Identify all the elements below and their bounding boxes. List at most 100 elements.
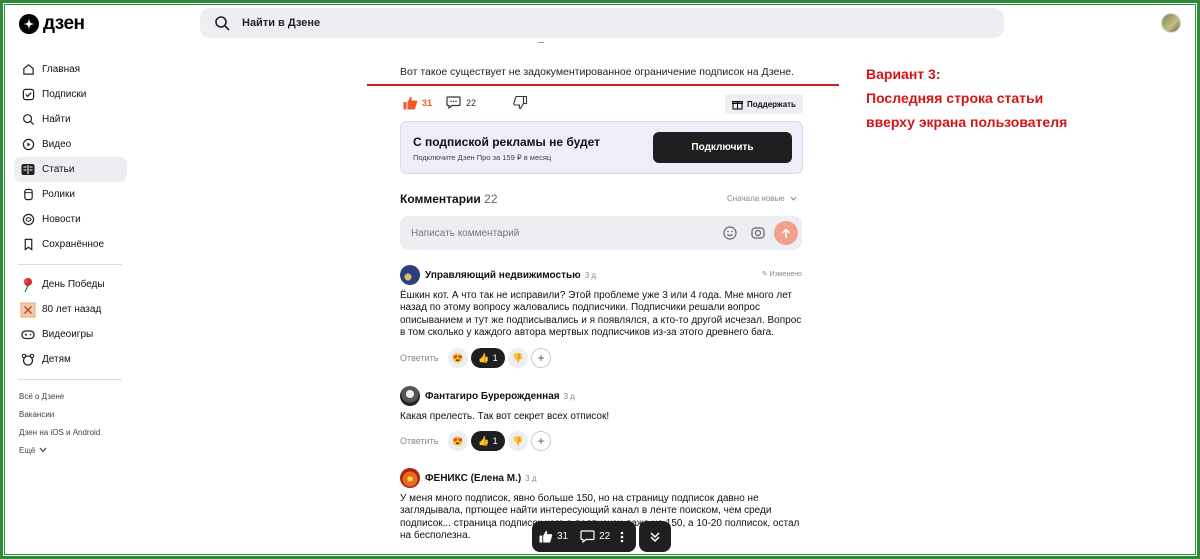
sidebar-item-label: Детям	[42, 354, 71, 365]
comment-icon	[580, 530, 595, 543]
thumbs-down-icon	[513, 96, 527, 109]
user-avatar[interactable]	[1161, 13, 1181, 33]
search-placeholder: Найти в Дзене	[242, 17, 321, 29]
floating-like-button[interactable]: 31	[539, 530, 568, 543]
footer-link-more[interactable]: Ещё	[14, 441, 127, 459]
emoji-icon[interactable]	[723, 226, 737, 240]
floating-comments-button[interactable]: 22	[580, 530, 610, 543]
comment-avatar[interactable]	[400, 386, 420, 406]
annotation-line-2: Последняя строка статьи	[866, 90, 1044, 106]
support-button[interactable]: Поддержать	[725, 94, 803, 114]
send-button[interactable]	[774, 221, 798, 245]
sidebar-item-kids[interactable]: Детям	[14, 347, 127, 372]
chevron-down-icon	[39, 447, 47, 453]
sidebar-item-label: Найти	[42, 114, 71, 125]
reaction-count: 1	[492, 436, 498, 446]
comment-author[interactable]: Управляющий недвижимостью 3 д	[425, 270, 596, 281]
kids-icon	[20, 352, 36, 368]
reaction-count: 1	[492, 353, 498, 363]
sidebar-item-videogames[interactable]: Видеоигры	[14, 322, 127, 347]
comment-avatar[interactable]	[400, 468, 420, 488]
annotation-note: Вариант 3: Последняя строка статьи вверх…	[866, 62, 1067, 134]
bookmark-icon	[20, 237, 36, 253]
sidebar-item-label: День Победы	[42, 279, 105, 290]
comments-button[interactable]: 22	[446, 96, 476, 109]
subscriptions-icon	[20, 87, 36, 103]
author-name: ФЕНИКС (Елена М.)	[425, 473, 522, 484]
sidebar: Главная Подписки Найти Видео Статьи Роли…	[14, 57, 127, 459]
arrow-up-icon	[781, 227, 791, 238]
comment-input[interactable]: Написать комментарий	[400, 216, 802, 250]
reply-button[interactable]: Ответить	[400, 353, 438, 363]
cut-text-fragment	[538, 39, 544, 43]
camera-icon[interactable]	[751, 226, 765, 240]
sidebar-item-home[interactable]: Главная	[14, 57, 127, 82]
comment-text: Какая прелесть. Так вот секрет всех отпи…	[400, 411, 610, 422]
sidebar-item-articles[interactable]: Статьи	[14, 157, 127, 182]
shorts-icon	[20, 187, 36, 203]
sidebar-item-label: Ролики	[42, 189, 75, 200]
reaction-thumbs-up-button[interactable]: 👍 1	[471, 348, 505, 368]
sidebar-item-victory-day[interactable]: День Победы	[14, 272, 127, 297]
sidebar-item-shorts[interactable]: Ролики	[14, 182, 127, 207]
footer-link-about[interactable]: Всё о Дзене	[14, 387, 127, 405]
top-header: дзен Найти в Дзене	[5, 5, 1195, 45]
search-input[interactable]: Найти в Дзене	[200, 8, 1004, 38]
like-button[interactable]: 31	[403, 96, 432, 110]
add-reaction-button[interactable]: +	[531, 348, 551, 368]
more-vertical-icon	[620, 531, 624, 542]
reaction-thumbs-down-button[interactable]: 👎	[508, 348, 528, 368]
footer-link-mobile-apps[interactable]: Дзен на iOS и Android	[14, 423, 127, 441]
comment-time: 3 д	[525, 474, 537, 483]
sidebar-item-video[interactable]: Видео	[14, 132, 127, 157]
sidebar-item-subscriptions[interactable]: Подписки	[14, 82, 127, 107]
plus-icon: +	[537, 351, 545, 365]
like-count: 31	[422, 98, 433, 108]
double-chevron-down-icon	[650, 531, 660, 542]
carnation-icon	[20, 277, 36, 293]
reaction-heart-button[interactable]: 😍	[448, 348, 468, 368]
sidebar-item-news[interactable]: Новости	[14, 207, 127, 232]
sort-dropdown[interactable]: Сначала новые	[727, 194, 797, 203]
reply-button[interactable]: Ответить	[400, 436, 438, 446]
search-icon	[20, 112, 36, 128]
articles-icon	[20, 162, 36, 178]
sidebar-item-80-years-ago[interactable]: 80 лет назад	[14, 297, 127, 322]
comment-time: 3 д	[584, 271, 597, 280]
reaction-thumbs-up-button[interactable]: 👍 1	[471, 431, 505, 451]
scroll-down-button[interactable]	[639, 521, 671, 552]
subscribe-button[interactable]: Подключить	[653, 132, 792, 163]
sidebar-item-label: 80 лет назад	[42, 304, 102, 315]
gift-icon	[732, 100, 743, 110]
add-reaction-button[interactable]: +	[531, 431, 551, 451]
video-icon	[20, 137, 36, 153]
pencil-icon: ✎	[761, 271, 768, 278]
brand-name: дзен	[43, 13, 85, 34]
footer-link-vacancies[interactable]: Вакансии	[14, 405, 127, 423]
reaction-heart-button[interactable]: 😍	[448, 431, 468, 451]
article-last-line: Вот такое существует не задокументирован…	[400, 66, 795, 78]
sidebar-item-saved[interactable]: Сохранённое	[14, 232, 127, 257]
thumbs-up-emoji-icon: 👍	[478, 352, 490, 363]
sidebar-item-label: Видео	[42, 139, 72, 150]
reaction-thumbs-down-button[interactable]: 👎	[508, 431, 528, 451]
comment-avatar[interactable]	[400, 265, 420, 285]
dislike-button[interactable]	[513, 96, 527, 109]
heart-face-icon: 😍	[452, 435, 464, 446]
sort-label: Сначала новые	[727, 194, 785, 203]
thumbs-down-emoji-icon: 👎	[512, 352, 524, 363]
comment-icon	[446, 96, 461, 109]
author-name: Фантагиро Бурерожденная	[425, 391, 560, 402]
promo-banner: С подпиской рекламы не будет Подключите …	[400, 121, 803, 174]
sidebar-item-search[interactable]: Найти	[14, 107, 127, 132]
sidebar-divider	[18, 264, 122, 265]
more-options-button[interactable]	[620, 531, 624, 543]
promo-subtitle: Подключите Дзен Про за 159 ₽ в месяц	[413, 153, 552, 162]
annotation-underline	[367, 84, 839, 86]
comment-author[interactable]: ФЕНИКС (Елена М.) 3 д	[425, 473, 537, 484]
gamepad-icon	[20, 327, 36, 343]
promo-title: С подпиской рекламы не будет	[413, 135, 601, 149]
thumbs-up-emoji-icon: 👍	[478, 435, 490, 446]
comment-author[interactable]: Фантагиро Бурерожденная 3 д	[425, 391, 575, 402]
logo[interactable]: дзен	[19, 13, 85, 35]
